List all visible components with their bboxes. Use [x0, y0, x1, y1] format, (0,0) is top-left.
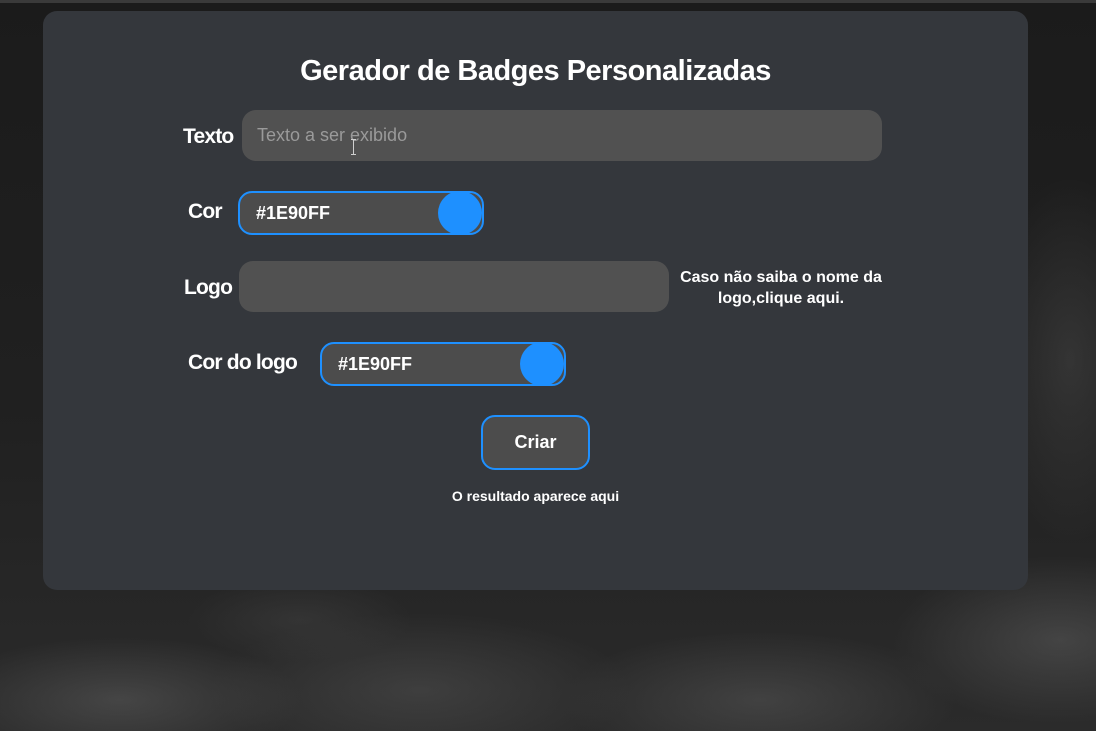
- text-input[interactable]: [242, 110, 882, 161]
- logo-color-field[interactable]: #1E90FF: [320, 342, 566, 386]
- logo-color-swatch[interactable]: [520, 342, 564, 386]
- badge-generator-panel: Gerador de Badges Personalizadas Texto C…: [43, 11, 1028, 590]
- logo-input[interactable]: [239, 261, 669, 312]
- color-value: #1E90FF: [256, 203, 331, 223]
- color-swatch[interactable]: [438, 191, 482, 235]
- create-button[interactable]: Criar: [481, 415, 590, 470]
- color-field[interactable]: #1E90FF: [238, 191, 484, 235]
- window-top-border: [0, 0, 1096, 3]
- i-beam-cursor-icon: [351, 139, 357, 155]
- logo-label: Logo: [184, 276, 233, 299]
- result-text: O resultado aparece aqui: [451, 488, 620, 504]
- logo-help-link[interactable]: Caso não saiba o nome da logo,clique aqu…: [674, 267, 888, 309]
- logo-color-label: Cor do logo: [188, 351, 298, 374]
- logo-color-value: #1E90FF: [338, 354, 413, 374]
- page-title: Gerador de Badges Personalizadas: [300, 55, 771, 87]
- color-label: Cor: [188, 200, 223, 223]
- text-label: Texto: [183, 125, 234, 148]
